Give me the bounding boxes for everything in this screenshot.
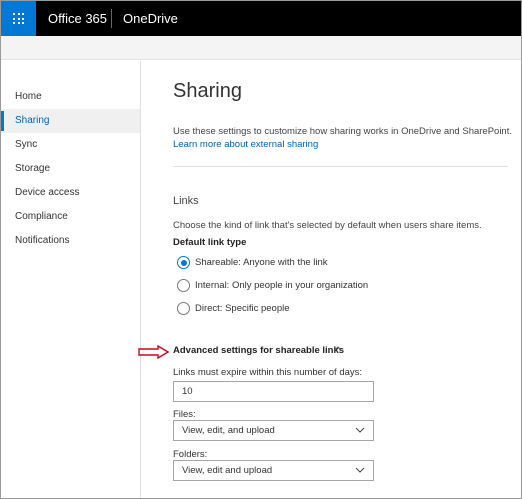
- sidebar-item-home[interactable]: Home: [1, 85, 140, 109]
- folders-label: Folders:: [173, 449, 208, 460]
- files-permission-dropdown[interactable]: View, edit, and upload: [173, 420, 374, 441]
- radio-direct-label[interactable]: Direct: Specific people: [195, 303, 290, 314]
- chevron-up-icon[interactable]: [332, 344, 344, 354]
- advanced-settings-toggle[interactable]: Advanced settings for shareable links: [173, 345, 344, 356]
- radio-internal[interactable]: [177, 279, 190, 292]
- sidebar-item-sync[interactable]: Sync: [1, 133, 140, 157]
- chevron-down-icon: [355, 427, 365, 433]
- links-section-heading: Links: [173, 195, 199, 207]
- page-description: Use these settings to customize how shar…: [173, 126, 512, 137]
- red-arrow-annotation-icon: [138, 345, 170, 359]
- topbar-divider: [111, 9, 112, 28]
- expire-days-input[interactable]: 10: [173, 381, 374, 402]
- chevron-down-icon: [355, 467, 365, 473]
- folders-permission-value: View, edit and upload: [182, 465, 273, 476]
- window: Office 365 OneDrive Home Sharing Sync St…: [0, 0, 522, 499]
- top-bar: Office 365 OneDrive: [1, 1, 521, 36]
- folders-permission-dropdown[interactable]: View, edit and upload: [173, 460, 374, 481]
- sidebar-item-notifications[interactable]: Notifications: [1, 229, 140, 253]
- files-label: Files:: [173, 409, 196, 420]
- app-launcher-button[interactable]: [1, 1, 36, 36]
- office365-brand-link[interactable]: Office 365: [48, 11, 107, 26]
- learn-more-link[interactable]: Learn more about external sharing: [173, 139, 318, 150]
- expire-days-label: Links must expire within this number of …: [173, 367, 363, 378]
- app-name-link[interactable]: OneDrive: [123, 11, 178, 26]
- subheader-strip: [1, 36, 521, 60]
- radio-direct[interactable]: [177, 302, 190, 315]
- left-navigation: Home Sharing Sync Storage Device access …: [1, 61, 141, 498]
- page-title: Sharing: [173, 80, 242, 102]
- links-description: Choose the kind of link that's selected …: [173, 220, 482, 231]
- files-permission-value: View, edit, and upload: [182, 425, 275, 436]
- radio-shareable[interactable]: [177, 256, 190, 269]
- sidebar-item-device-access[interactable]: Device access: [1, 181, 140, 205]
- waffle-icon: [13, 13, 24, 24]
- radio-internal-label[interactable]: Internal: Only people in your organizati…: [195, 280, 368, 291]
- default-link-type-label: Default link type: [173, 237, 247, 248]
- sidebar-item-storage[interactable]: Storage: [1, 157, 140, 181]
- sidebar-item-compliance[interactable]: Compliance: [1, 205, 140, 229]
- section-divider: [173, 166, 508, 167]
- sidebar-item-sharing[interactable]: Sharing: [1, 109, 140, 133]
- radio-shareable-label[interactable]: Shareable: Anyone with the link: [195, 257, 328, 268]
